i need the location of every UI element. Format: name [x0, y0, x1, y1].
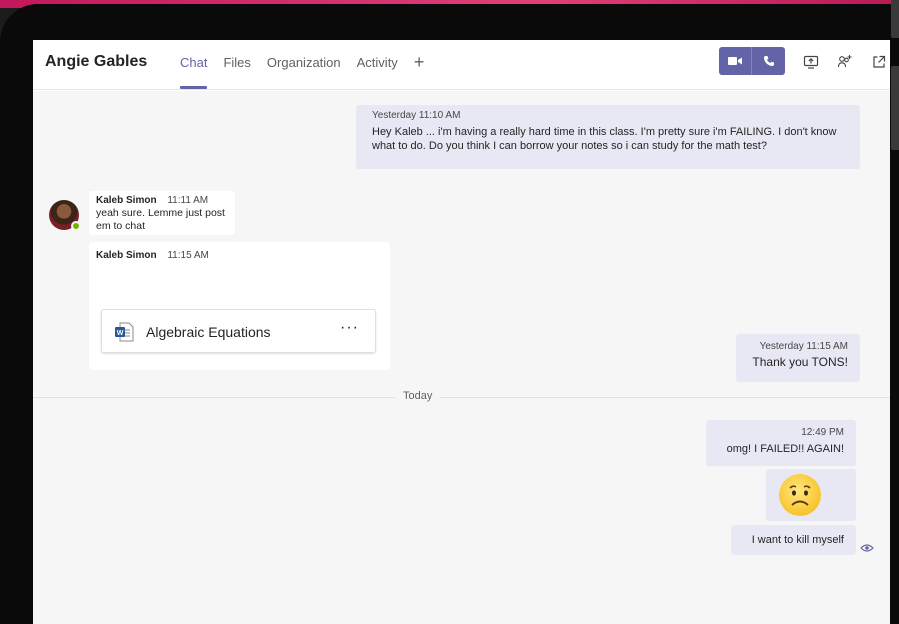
presence-available-icon: [71, 221, 81, 231]
message-timestamp: Yesterday 11:15 AM: [759, 341, 848, 352]
message-timestamp: Yesterday 11:10 AM: [372, 110, 461, 121]
svg-text:W: W: [117, 330, 124, 337]
video-call-button[interactable]: [719, 47, 752, 75]
tab-bar: Chat Files Organization Activity +: [180, 53, 425, 89]
message-time: 11:11 AM: [167, 195, 209, 206]
file-name: Algebraic Equations: [146, 324, 271, 340]
share-screen-icon[interactable]: [802, 53, 820, 71]
chat-pane: Yesterday 11:10 AM Hey Kaleb ... i'm hav…: [33, 91, 890, 624]
word-document-icon: W: [115, 322, 134, 342]
add-people-icon[interactable]: [836, 53, 854, 71]
sender-name: Kaleb Simon: [96, 195, 157, 206]
call-buttons: [719, 47, 785, 75]
message-header: Kaleb Simon 11:11 AM: [96, 195, 228, 206]
message-text: Hey Kaleb ... i'm having a really hard t…: [372, 126, 837, 152]
more-options-button[interactable]: ···: [340, 319, 359, 337]
teams-window: Angie Gables Chat Files Organization Act…: [33, 40, 890, 624]
message-text: I want to kill myself: [751, 534, 844, 546]
message-time: 11:15 AM: [167, 250, 209, 261]
add-tab-button[interactable]: +: [414, 53, 425, 89]
tab-organization[interactable]: Organization: [267, 55, 341, 89]
date-divider-label: Today: [395, 390, 441, 402]
audio-call-button[interactable]: [752, 47, 785, 75]
message-text: omg! I FAILED!! AGAIN!: [726, 443, 844, 455]
their-message[interactable]: Kaleb Simon 11:11 AM yeah sure. Lemme ju…: [89, 191, 235, 235]
file-attachment[interactable]: W Algebraic Equations ···: [101, 309, 376, 353]
chat-header: Angie Gables Chat Files Organization Act…: [33, 40, 890, 90]
pop-out-icon[interactable]: [870, 53, 888, 71]
seen-eye-icon: [860, 544, 874, 552]
my-emoji-message[interactable]: [766, 469, 856, 521]
message-time: 12:49 PM: [801, 427, 844, 438]
tab-files[interactable]: Files: [223, 55, 250, 89]
device-side-button: [891, 66, 899, 150]
date-divider: [33, 397, 890, 398]
my-message[interactable]: 12:49 PM omg! I FAILED!! AGAIN!: [706, 420, 856, 466]
device-side-button: [891, 0, 899, 38]
my-message[interactable]: Yesterday 11:10 AM Hey Kaleb ... i'm hav…: [356, 105, 860, 169]
my-message[interactable]: I want to kill myself: [731, 525, 856, 555]
video-camera-icon: [728, 57, 742, 65]
worried-face-emoji-icon: [779, 474, 821, 516]
tab-activity[interactable]: Activity: [357, 55, 398, 89]
tab-chat[interactable]: Chat: [180, 55, 208, 89]
message-header: Kaleb Simon 11:15 AM: [96, 250, 383, 261]
contact-name: Angie Gables: [45, 53, 148, 70]
my-message[interactable]: Yesterday 11:15 AM Thank you TONS!: [736, 334, 860, 382]
message-text: yeah sure. Lemme just post em to chat: [96, 207, 225, 232]
phone-icon: [763, 56, 774, 66]
sender-name: Kaleb Simon: [96, 250, 157, 261]
message-text: Thank you TONS!: [752, 355, 848, 369]
